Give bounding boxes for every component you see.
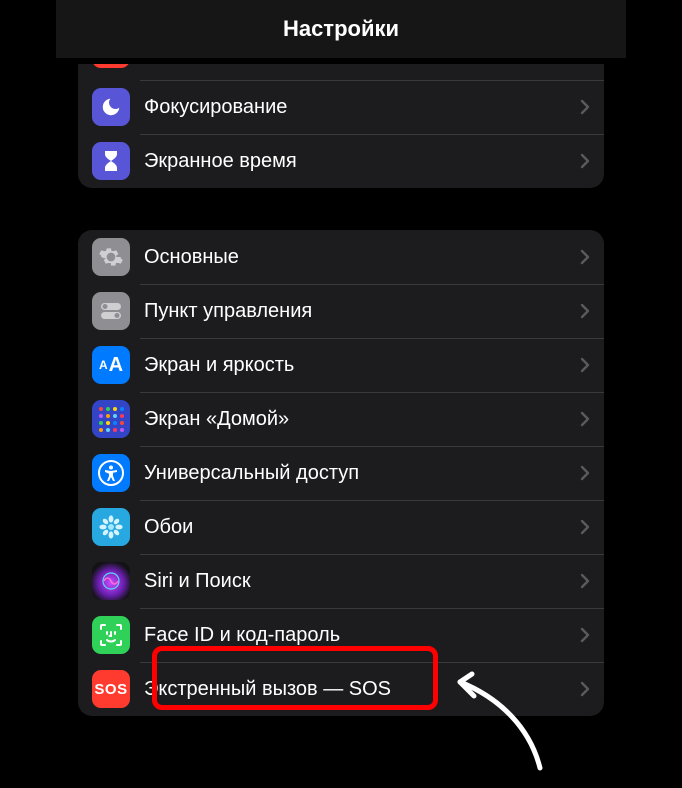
- row-general[interactable]: Основные: [78, 230, 604, 284]
- chevron-right-icon: [580, 519, 590, 535]
- chevron-right-icon: [580, 249, 590, 265]
- row-screentime[interactable]: Экранное время: [78, 134, 604, 188]
- textsize-icon: AA: [92, 346, 130, 384]
- chevron-right-icon: [580, 99, 590, 115]
- content-scroll[interactable]: Фокусирование Экранное время: [56, 58, 626, 716]
- settings-group-2: Основные Пункт управления: [78, 230, 604, 716]
- row-unknown-cut[interactable]: [78, 64, 604, 80]
- chevron-right-icon: [580, 627, 590, 643]
- gear-icon: [92, 238, 130, 276]
- chevron-right-icon: [580, 681, 590, 697]
- row-siri[interactable]: Siri и Поиск: [78, 554, 604, 608]
- chevron-right-icon: [580, 411, 590, 427]
- nav-header: Настройки: [56, 0, 626, 58]
- row-label: Siri и Поиск: [144, 570, 580, 593]
- toggles-icon: [92, 292, 130, 330]
- row-label: Универсальный доступ: [144, 462, 580, 485]
- app-grid-icon: [92, 400, 130, 438]
- chevron-right-icon: [580, 153, 590, 169]
- chevron-right-icon: [580, 573, 590, 589]
- flower-icon: [92, 508, 130, 546]
- page-title: Настройки: [283, 16, 399, 42]
- row-sos[interactable]: SOS Экстренный вызов — SOS: [78, 662, 604, 716]
- hourglass-icon: [92, 142, 130, 180]
- faceid-icon: [92, 616, 130, 654]
- siri-icon: [92, 562, 130, 600]
- row-label: Основные: [144, 246, 580, 269]
- row-wallpaper[interactable]: Обои: [78, 500, 604, 554]
- sos-icon: SOS: [92, 670, 130, 708]
- row-label: Пункт управления: [144, 300, 580, 323]
- unknown-icon: [92, 64, 130, 68]
- chevron-right-icon: [580, 303, 590, 319]
- chevron-right-icon: [580, 465, 590, 481]
- row-label: Фокусирование: [144, 96, 580, 119]
- row-faceid[interactable]: Face ID и код-пароль: [78, 608, 604, 662]
- row-home-screen[interactable]: Экран «Домой»: [78, 392, 604, 446]
- row-focus[interactable]: Фокусирование: [78, 80, 604, 134]
- row-label: Экстренный вызов — SOS: [144, 678, 580, 701]
- chevron-right-icon: [580, 357, 590, 373]
- row-control-center[interactable]: Пункт управления: [78, 284, 604, 338]
- settings-screen: Настройки Фокусирование Экранное: [56, 0, 626, 788]
- moon-icon: [92, 88, 130, 126]
- row-label: Обои: [144, 516, 580, 539]
- row-label: Экран и яркость: [144, 354, 580, 377]
- accessibility-icon: [92, 454, 130, 492]
- row-label: Face ID и код-пароль: [144, 624, 580, 647]
- settings-group-1: Фокусирование Экранное время: [78, 64, 604, 188]
- row-label: Экранное время: [144, 150, 580, 173]
- sos-icon-text: SOS: [94, 681, 127, 698]
- row-label: Экран «Домой»: [144, 408, 580, 431]
- row-display[interactable]: AA Экран и яркость: [78, 338, 604, 392]
- row-accessibility[interactable]: Универсальный доступ: [78, 446, 604, 500]
